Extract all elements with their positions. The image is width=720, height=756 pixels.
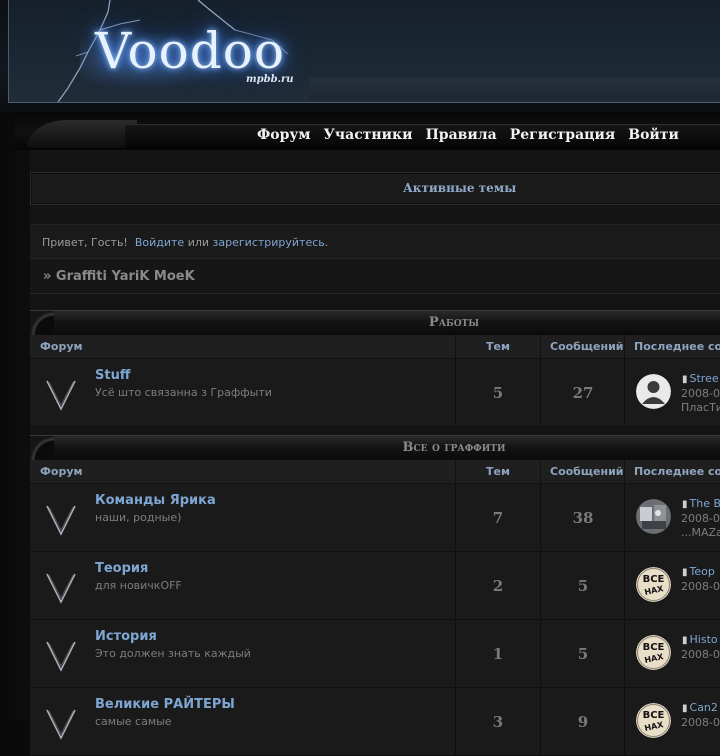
category-works: Работы Форум Тем Сообщений Последнее соо… xyxy=(30,310,720,427)
col-forum: Форум xyxy=(40,465,83,478)
topic-count: 5 xyxy=(492,384,504,402)
last-post-author[interactable]: ...MAZa xyxy=(681,526,720,539)
column-headers: Форум Тем Сообщений Последнее соо xyxy=(30,335,720,359)
last-post-title[interactable]: ▮ Stree xyxy=(682,372,719,385)
topic-icon: ▮ xyxy=(682,499,688,510)
forum-name[interactable]: Команды Ярика xyxy=(95,493,216,508)
post-count: 9 xyxy=(577,713,589,731)
welcome-text: Привет, Гость! Войдите или зарегистрируй… xyxy=(42,236,328,249)
or-text: или xyxy=(187,236,210,249)
forum-row: Команды Ярика наши, родные) 7 38 ▮ The B … xyxy=(30,484,720,552)
forum-row: Великие РАЙТЕРЫ самые самые 3 9 ВСЕ НАХ … xyxy=(30,688,720,756)
last-post-title[interactable]: ▮ Histo xyxy=(682,633,718,646)
post-count: 38 xyxy=(572,509,594,527)
nav-forum-link[interactable]: Форум xyxy=(257,127,311,143)
post-count: 5 xyxy=(577,577,589,595)
col-posts: Сообщений xyxy=(550,340,624,353)
site-logo[interactable]: Voodoo mpbb.ru xyxy=(50,0,310,102)
forum-v-icon xyxy=(46,709,76,740)
col-last-post: Последнее соо xyxy=(634,465,720,478)
nav-register-link[interactable]: Регистрация xyxy=(510,127,616,143)
forum-description: наши, родные) xyxy=(95,511,182,524)
col-last-post: Последнее соо xyxy=(634,340,720,353)
site-header: Voodoo mpbb.ru xyxy=(0,0,720,112)
col-posts: Сообщений xyxy=(550,465,624,478)
nav-rules-link[interactable]: Правила xyxy=(426,127,497,143)
main-nav: Форум Участники Правила Регистрация Войт… xyxy=(257,127,679,143)
last-post-author[interactable]: ПласТи xyxy=(681,401,720,414)
greeting-text: Привет, Гость! xyxy=(42,236,128,249)
category-title: Все о граффити xyxy=(402,440,506,455)
last-post-date: 2008-0 xyxy=(681,387,720,400)
logo-subtitle: mpbb.ru xyxy=(246,74,294,85)
category-header: Работы xyxy=(30,310,720,335)
topic-icon: ▮ xyxy=(682,703,688,714)
forum-v-icon xyxy=(46,505,76,536)
forum-v-icon xyxy=(46,573,76,604)
topic-icon: ▮ xyxy=(682,567,688,578)
post-count: 27 xyxy=(572,384,594,402)
last-post-title[interactable]: ▮ Teop xyxy=(682,565,715,578)
default-avatar[interactable] xyxy=(636,374,671,409)
col-topics: Тем xyxy=(486,340,510,353)
last-post-date: 2008-0 xyxy=(681,580,720,593)
forum-description: Усё што связанна з Граффыти xyxy=(95,386,272,399)
category-title: Работы xyxy=(428,315,480,330)
nav-left-ornament xyxy=(27,120,137,148)
topic-icon: ▮ xyxy=(682,374,688,385)
forum-name[interactable]: История xyxy=(95,629,157,644)
welcome-box: Привет, Гость! Войдите или зарегистрируй… xyxy=(30,224,720,259)
forum-row: Stuff Усё што связанна з Граффыти 5 27 ▮… xyxy=(30,359,720,427)
topic-count: 1 xyxy=(492,645,504,663)
forum-v-icon xyxy=(46,641,76,672)
login-link[interactable]: Войдите xyxy=(135,236,184,249)
category-graffiti: Все о граффити Форум Тем Сообщений После… xyxy=(30,435,720,756)
breadcrumb-title[interactable]: » Graffiti YariK MoeK xyxy=(43,269,195,284)
col-forum: Форум xyxy=(40,340,83,353)
register-link[interactable]: зарегистрируйтесь xyxy=(213,236,325,249)
last-post-date: 2008-0 xyxy=(681,716,720,729)
forum-row: Теория для новичкOFF 2 5 ВСЕ НАХ ▮ Teop 2… xyxy=(30,552,720,620)
last-post-date: 2008-0 xyxy=(681,648,720,661)
last-post-date: 2008-0 xyxy=(681,512,720,525)
badge-avatar[interactable]: ВСЕ НАХ xyxy=(636,567,671,602)
forum-row: История Это должен знать каждый 1 5 ВСЕ … xyxy=(30,620,720,688)
forum-description: для новичкOFF xyxy=(95,579,182,592)
column-headers: Форум Тем Сообщений Последнее соо xyxy=(30,460,720,484)
post-count: 5 xyxy=(577,645,589,663)
topic-count: 2 xyxy=(492,577,504,595)
period-text: . xyxy=(324,236,329,249)
last-post-title[interactable]: ▮ The B xyxy=(682,497,720,510)
nav-users-link[interactable]: Участники xyxy=(324,127,413,143)
topic-count: 3 xyxy=(492,713,504,731)
breadcrumb: » Graffiti YariK MoeK xyxy=(30,258,720,294)
active-topics-bar: Активные темы xyxy=(30,172,720,205)
forum-name[interactable]: Теория xyxy=(95,561,148,576)
forum-description: самые самые xyxy=(95,715,172,728)
last-post-title[interactable]: ▮ Can2 xyxy=(682,701,718,714)
forum-name[interactable]: Stuff xyxy=(95,368,130,383)
active-topics-link[interactable]: Активные темы xyxy=(403,181,516,195)
col-topics: Тем xyxy=(486,465,510,478)
forum-description: Это должен знать каждый xyxy=(95,647,251,660)
header-band xyxy=(309,78,720,100)
left-border-column xyxy=(15,150,30,720)
category-header: Все о граффити xyxy=(30,435,720,460)
nav-login-link[interactable]: Войти xyxy=(628,127,679,143)
user-photo-avatar[interactable] xyxy=(636,499,671,534)
forum-v-icon xyxy=(46,380,76,411)
badge-avatar[interactable]: ВСЕ НАХ xyxy=(636,635,671,670)
topic-icon: ▮ xyxy=(682,635,688,646)
badge-avatar[interactable]: ВСЕ НАХ xyxy=(636,703,671,738)
forum-name[interactable]: Великие РАЙТЕРЫ xyxy=(95,697,235,712)
topic-count: 7 xyxy=(492,509,504,527)
logo-text: Voodoo xyxy=(95,22,285,80)
